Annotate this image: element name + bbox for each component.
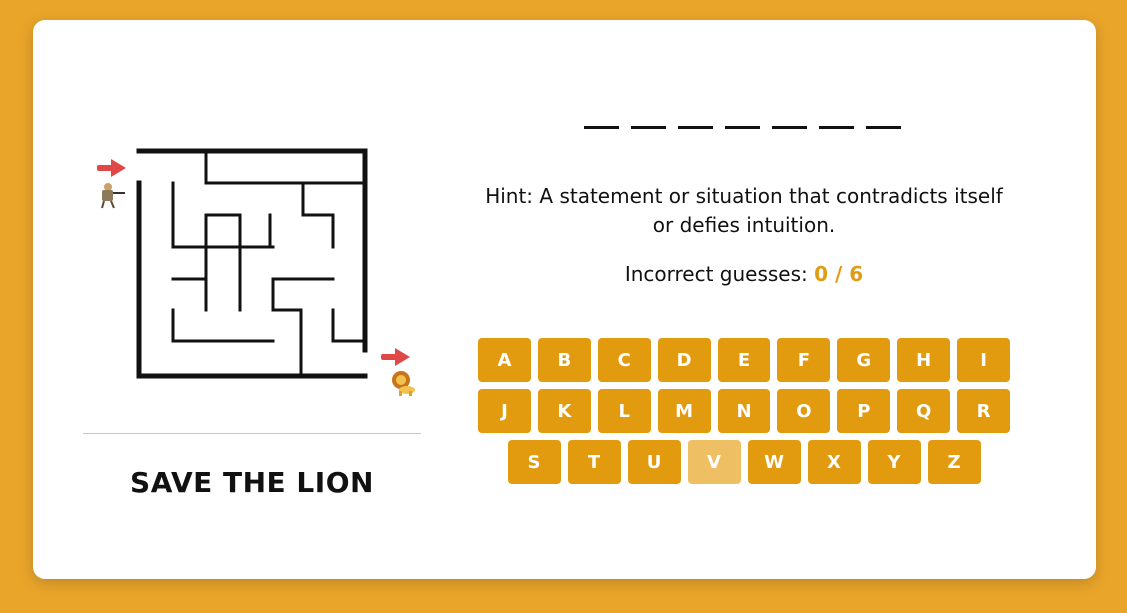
key-v[interactable]: V: [687, 440, 741, 484]
guesses-count: 0 / 6: [814, 262, 864, 286]
hint-text: A statement or situation that contradict…: [539, 184, 1003, 237]
word-slots: [584, 126, 901, 129]
letter-slot: [866, 126, 901, 129]
letter-slot: [772, 126, 807, 129]
key-i[interactable]: I: [957, 338, 1011, 382]
key-d[interactable]: D: [657, 338, 711, 382]
key-w[interactable]: W: [747, 440, 801, 484]
guesses-label: Incorrect guesses:: [624, 262, 808, 286]
incorrect-guesses: Incorrect guesses: 0 / 6: [484, 262, 1004, 286]
key-m[interactable]: M: [657, 389, 711, 433]
key-s[interactable]: S: [507, 440, 561, 484]
letter-slot: [819, 126, 854, 129]
key-a[interactable]: A: [478, 338, 531, 382]
letter-slot: [584, 126, 619, 129]
hint-label: Hint:: [485, 184, 534, 208]
key-y[interactable]: Y: [867, 440, 921, 484]
key-l[interactable]: L: [597, 389, 651, 433]
key-j[interactable]: J: [478, 389, 531, 433]
keyboard-row: JKLMNOPQR: [478, 389, 1011, 433]
key-g[interactable]: G: [837, 338, 891, 382]
key-k[interactable]: K: [537, 389, 591, 433]
letter-slot: [725, 126, 760, 129]
maze-inner-walls: [171, 149, 367, 378]
key-f[interactable]: F: [777, 338, 831, 382]
letter-slot: [678, 126, 713, 129]
game-title: SAVE THE LION: [130, 466, 374, 499]
hunter-icon: [101, 183, 125, 209]
end-arrow-icon: [381, 348, 410, 366]
game-card: SAVE THE LION: [33, 20, 1096, 579]
lion-icon: [392, 371, 415, 396]
key-x[interactable]: X: [807, 440, 861, 484]
key-p[interactable]: P: [837, 389, 891, 433]
keyboard-row: ABCDEFGHI: [478, 338, 1011, 382]
key-r[interactable]: R: [957, 389, 1011, 433]
key-u[interactable]: U: [627, 440, 681, 484]
divider: [83, 433, 421, 434]
key-b[interactable]: B: [537, 338, 591, 382]
start-arrow-icon: [97, 159, 126, 177]
key-t[interactable]: T: [567, 440, 621, 484]
key-c[interactable]: C: [597, 338, 651, 382]
key-h[interactable]: H: [897, 338, 951, 382]
maze-panel: SAVE THE LION: [33, 20, 473, 579]
letter-slot: [631, 126, 666, 129]
key-z[interactable]: Z: [927, 440, 981, 484]
letter-keyboard: ABCDEFGHI JKLMNOPQR STUVWXYZ: [478, 338, 1011, 491]
maze: [97, 148, 415, 396]
key-q[interactable]: Q: [897, 389, 951, 433]
hint: Hint: A statement or situation that cont…: [484, 182, 1004, 240]
key-n[interactable]: N: [717, 389, 771, 433]
key-o[interactable]: O: [777, 389, 831, 433]
keyboard-row: STUVWXYZ: [478, 440, 1010, 484]
key-e[interactable]: E: [717, 338, 771, 382]
